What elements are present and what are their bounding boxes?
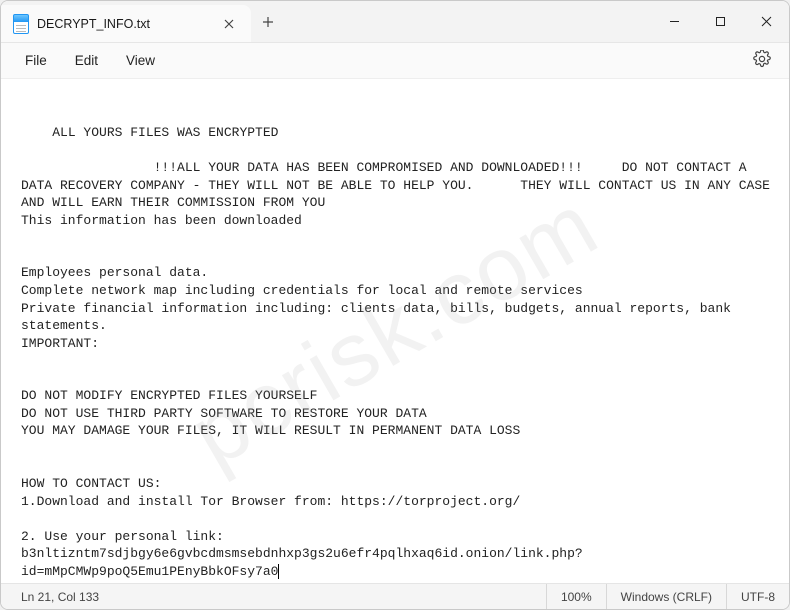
status-line-ending: Windows (CRLF) <box>606 584 726 609</box>
status-zoom[interactable]: 100% <box>546 584 606 609</box>
titlebar-drag-area[interactable] <box>285 1 651 42</box>
gear-icon <box>753 50 771 68</box>
document-text: ALL YOURS FILES WAS ENCRYPTED !!!ALL YOU… <box>21 125 778 579</box>
menu-file[interactable]: File <box>13 49 59 72</box>
settings-button[interactable] <box>747 46 777 75</box>
new-tab-button[interactable] <box>251 1 285 42</box>
tab-title: DECRYPT_INFO.txt <box>37 17 209 31</box>
notepad-window: DECRYPT_INFO.txt File Edit View <box>0 0 790 610</box>
status-position: Ln 21, Col 133 <box>1 584 113 609</box>
maximize-icon <box>715 16 726 27</box>
close-icon <box>761 16 772 27</box>
close-icon <box>224 19 234 29</box>
close-window-button[interactable] <box>743 1 789 42</box>
window-controls <box>651 1 789 42</box>
status-encoding: UTF-8 <box>726 584 789 609</box>
tab-current[interactable]: DECRYPT_INFO.txt <box>1 5 251 42</box>
minimize-icon <box>669 16 680 27</box>
menu-edit[interactable]: Edit <box>63 49 110 72</box>
minimize-button[interactable] <box>651 1 697 42</box>
notepad-icon <box>13 14 29 34</box>
close-tab-button[interactable] <box>217 12 241 36</box>
plus-icon <box>262 16 274 28</box>
editor-content[interactable]: pcrisk.com ALL YOURS FILES WAS ENCRYPTED… <box>1 79 789 583</box>
maximize-button[interactable] <box>697 1 743 42</box>
menubar: File Edit View <box>1 43 789 79</box>
statusbar: Ln 21, Col 133 100% Windows (CRLF) UTF-8 <box>1 583 789 609</box>
titlebar: DECRYPT_INFO.txt <box>1 1 789 43</box>
text-caret <box>278 564 279 579</box>
menu-view[interactable]: View <box>114 49 167 72</box>
